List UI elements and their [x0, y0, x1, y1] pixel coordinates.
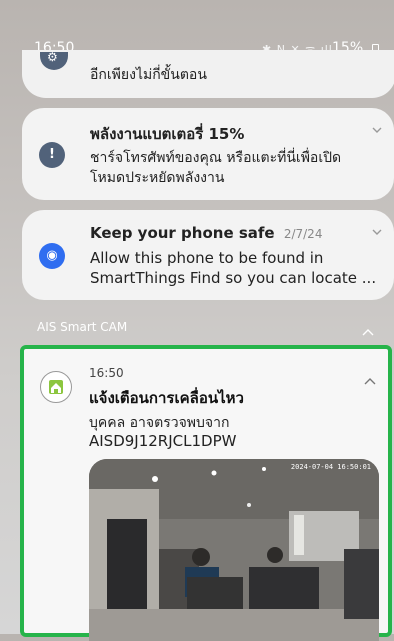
keep-safe-title: Keep your phone safe 2/7/24 [90, 224, 322, 242]
keep-safe-title-text: Keep your phone safe [90, 224, 275, 242]
home-camera-icon [40, 371, 72, 403]
ais-device-id: AISD9J12RJCL1DPW [89, 432, 237, 450]
ais-section-label: AIS Smart CAM [37, 320, 128, 334]
setup-text: อีกเพียงไม่กี่ขั้นตอน [90, 67, 207, 83]
battery-alert-icon: ! [39, 142, 65, 168]
chevron-down-icon[interactable] [372, 228, 382, 238]
ais-smart-cam-notification[interactable]: 16:50 แจ้งเตือนการเคลื่อนไหว บุคคล อาจตร… [20, 345, 392, 641]
ais-line1: บุคคล อาจตรวจพบจาก [89, 415, 230, 431]
ais-title: แจ้งเตือนการเคลื่อนไหว [89, 389, 244, 407]
keep-safe-date: 2/7/24 [283, 227, 323, 241]
keep-safe-body-line2: SmartThings Find so you can locate ... [90, 269, 377, 287]
keep-safe-body: Allow this phone to be found in SmartThi… [90, 248, 380, 288]
location-icon: ◉ [39, 243, 65, 269]
battery-body-line2: โหมดประหยัดพลังงาน [90, 170, 225, 186]
battery-body-line1: ชาร์จโทรศัพท์ของคุณ หรือแตะที่นี่เพื่อเป… [90, 150, 342, 166]
camera-timestamp: 2024-07-04 16:50:01 [290, 463, 371, 471]
battery-title: พลังงานแบตเตอรี่ 15% [90, 125, 245, 143]
camera-snapshot[interactable]: 2024-07-04 16:50:01 [89, 459, 379, 641]
chevron-up-icon[interactable] [364, 371, 376, 385]
chevron-down-icon[interactable] [372, 126, 382, 136]
battery-notification[interactable]: ! พลังงานแบตเตอรี่ 15% ชาร์จโทรศัพท์ของค… [22, 108, 394, 200]
setup-notification[interactable]: อีกเพียงไม่กี่ขั้นตอน [22, 50, 394, 98]
battery-body: ชาร์จโทรศัพท์ของคุณ หรือแตะที่นี่เพื่อเป… [90, 148, 380, 188]
keep-phone-safe-notification[interactable]: ◉ Keep your phone safe 2/7/24 Allow this… [22, 210, 394, 300]
chevron-up-icon[interactable] [362, 322, 374, 336]
gear-icon [40, 50, 68, 70]
keep-safe-body-line1: Allow this phone to be found in [90, 249, 324, 267]
ais-time: 16:50 [89, 366, 124, 380]
